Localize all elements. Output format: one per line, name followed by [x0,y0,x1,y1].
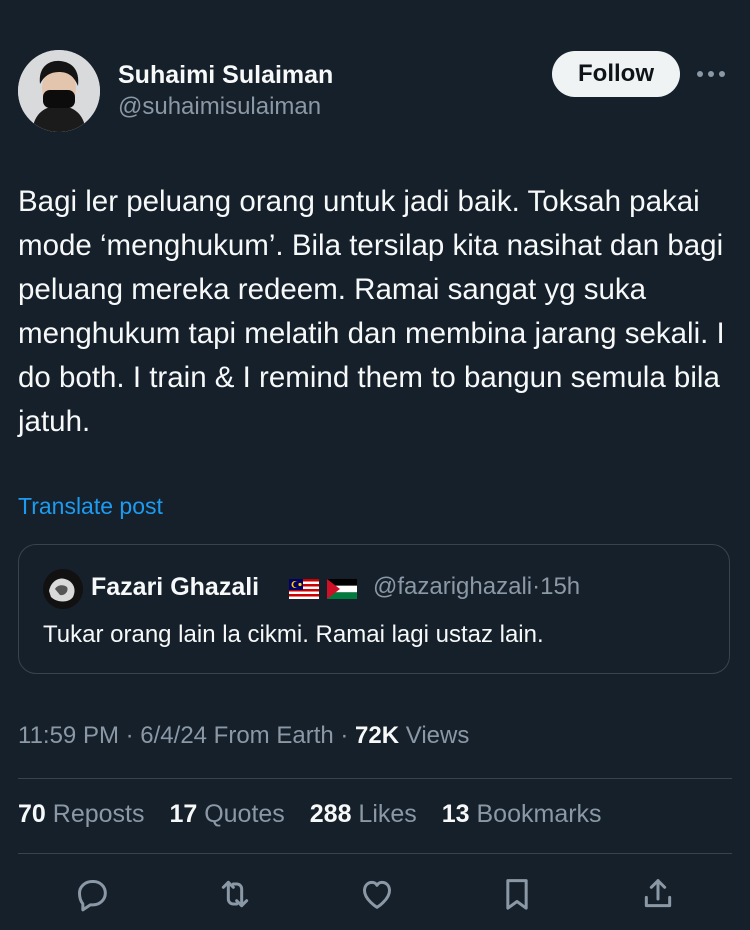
author-display-name[interactable]: Suhaimi Sulaiman [118,60,333,90]
tweet-date[interactable]: 6/4/24 [140,722,207,749]
quote-author-handle: @fazarighazali [373,573,533,600]
repost-icon[interactable] [213,872,257,916]
likes-label: Likes [351,800,417,828]
bookmarks-stat[interactable]: 13 Bookmarks [442,800,602,828]
meta-separator: · [118,722,141,749]
follow-button[interactable]: Follow [552,51,680,97]
likes-count: 288 [309,800,352,828]
author-avatar[interactable] [18,50,100,132]
quote-meta: @fazarighazali·15h [373,573,580,601]
author-names: Suhaimi Sulaiman @suhaimisulaiman [118,60,333,122]
translate-post-link[interactable]: Translate post [18,493,163,520]
quote-author-avatar [43,569,83,609]
reposts-label: Reposts [45,800,145,828]
views-label: Views [399,722,470,749]
bookmark-icon[interactable] [495,872,539,916]
palestine-flag-icon [327,579,357,599]
reply-icon[interactable] [70,872,114,916]
likes-stat[interactable]: 288 Likes [310,800,417,828]
quote-time: 15h [540,573,581,600]
tweet-location: From Earth [207,722,334,749]
meta-separator: · [333,722,356,749]
quote-author-name: Fazari Ghazali [91,573,260,601]
tweet-meta: 11:59 PM · 6/4/24 From Earth · 72K Views [18,722,469,750]
author-handle[interactable]: @suhaimisulaiman [118,92,333,122]
bookmarks-count: 13 [441,800,470,828]
engagement-stats: 70 Reposts 17 Quotes 288 Likes 13 Bookma… [18,800,620,829]
bookmarks-label: Bookmarks [469,800,602,828]
action-bar [70,872,690,922]
quotes-stat[interactable]: 17 Quotes [169,800,284,828]
tweet-text: Bagi ler peluang orang untuk jadi baik. … [18,185,725,438]
share-icon[interactable] [636,872,680,916]
divider [18,778,732,779]
heart-icon[interactable] [355,872,399,916]
views-count: 72K [355,722,400,749]
tweet-time[interactable]: 11:59 PM [18,722,119,749]
reposts-count: 70 [18,800,46,828]
more-horizontal-icon[interactable] [694,64,728,84]
quoted-tweet[interactable]: Fazari Ghazali @fazarighazali·15h Tukar … [18,544,730,674]
divider [18,853,732,854]
tweet-header: Suhaimi Sulaiman @suhaimisulaiman Follow [18,50,732,134]
quotes-count: 17 [169,800,198,828]
reposts-stat[interactable]: 70 Reposts [18,800,144,828]
malaysia-flag-icon [289,579,319,599]
quote-separator: · [532,573,541,600]
quote-text: Tukar orang lain la cikmi. Ramai lagi us… [43,621,544,648]
quotes-label: Quotes [197,800,285,828]
